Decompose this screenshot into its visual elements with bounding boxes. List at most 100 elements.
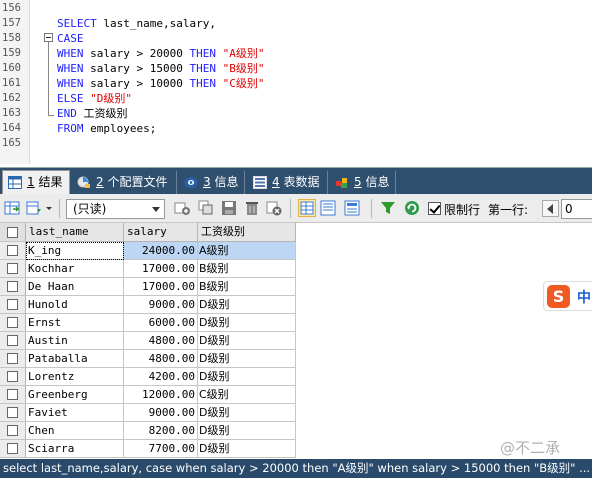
cell-salary[interactable]: 9000.00 [124, 296, 198, 314]
insert-row-icon[interactable] [174, 200, 190, 216]
cell-last-name[interactable]: Ernst [26, 314, 124, 332]
row-select-cell[interactable] [0, 422, 26, 440]
tab-number: 3 [203, 175, 211, 189]
grid-header-row: last_name salary 工资级别 [0, 223, 296, 242]
row-checkbox[interactable] [7, 353, 18, 364]
code-line: 164 FROM employees; [0, 121, 592, 136]
sql-string: "D级别" [83, 92, 132, 105]
cell-grade[interactable]: D级别 [198, 332, 296, 350]
save-icon[interactable] [221, 200, 237, 216]
line-number: 157 [2, 17, 21, 29]
cell-salary[interactable]: 6000.00 [124, 314, 198, 332]
cell-salary[interactable]: 4200.00 [124, 368, 198, 386]
cell-salary[interactable]: 4800.00 [124, 332, 198, 350]
first-row-input[interactable]: 0 [561, 199, 592, 219]
tab-profiles[interactable]: 2 个配置文件 [72, 171, 177, 195]
row-checkbox[interactable] [7, 299, 18, 310]
cell-grade[interactable]: D级别 [198, 404, 296, 422]
cell-last-name[interactable]: Lorentz [26, 368, 124, 386]
row-select-cell[interactable] [0, 314, 26, 332]
cell-grade[interactable]: D级别 [198, 296, 296, 314]
sql-keyword: THEN [189, 77, 216, 90]
row-select-cell[interactable] [0, 278, 26, 296]
row-checkbox[interactable] [7, 335, 18, 346]
grid-view-icon[interactable] [298, 199, 316, 217]
cell-grade[interactable]: D级别 [198, 314, 296, 332]
cell-grade[interactable]: B级别 [198, 260, 296, 278]
cell-last-name[interactable]: Austin [26, 332, 124, 350]
cell-last-name[interactable]: Chen [26, 422, 124, 440]
row-checkbox[interactable] [7, 317, 18, 328]
delete-trash-icon[interactable] [244, 200, 260, 216]
row-select-cell[interactable] [0, 404, 26, 422]
row-checkbox[interactable] [7, 281, 18, 292]
cell-salary[interactable]: 9000.00 [124, 404, 198, 422]
column-header-grade[interactable]: 工资级别 [198, 223, 296, 242]
cell-salary[interactable]: 12000.00 [124, 386, 198, 404]
tab-number: 5 [354, 175, 362, 189]
select-all-checkbox[interactable] [7, 227, 18, 238]
grid-view-dropdown-icon[interactable] [26, 200, 42, 216]
ime-mode-indicator[interactable]: 中 [577, 287, 591, 307]
cancel-changes-icon[interactable] [266, 200, 282, 216]
row-select-cell[interactable] [0, 242, 26, 260]
cell-last-name[interactable]: Kochhar [26, 260, 124, 278]
cell-last-name[interactable]: K_ing [26, 242, 124, 260]
cell-salary[interactable]: 24000.00 [124, 242, 198, 260]
chevron-down-icon[interactable] [44, 200, 54, 216]
row-checkbox[interactable] [7, 389, 18, 400]
cell-grade[interactable]: C级别 [198, 386, 296, 404]
cell-last-name[interactable]: Pataballa [26, 350, 124, 368]
row-select-cell[interactable] [0, 368, 26, 386]
row-select-cell[interactable] [0, 296, 26, 314]
cell-grade[interactable]: D级别 [198, 350, 296, 368]
tab-table-data[interactable]: 4 表数据 [248, 171, 328, 195]
cell-last-name[interactable]: De Haan [26, 278, 124, 296]
select-all-cell[interactable] [0, 223, 26, 242]
cell-grade[interactable]: D级别 [198, 368, 296, 386]
cell-salary[interactable]: 17000.00 [124, 260, 198, 278]
refresh-icon[interactable] [404, 200, 420, 216]
cell-grade[interactable]: A级别 [198, 242, 296, 260]
column-header-salary[interactable]: salary [124, 223, 198, 242]
fold-toggle-icon[interactable] [44, 33, 53, 42]
sql-editor[interactable]: 156 157 SELECT last_name,salary, 158 CASE 159… [0, 0, 592, 164]
row-select-cell[interactable] [0, 332, 26, 350]
cell-grade[interactable]: B级别 [198, 278, 296, 296]
tab-results[interactable]: 1 结果 [2, 170, 70, 195]
row-checkbox[interactable] [7, 245, 18, 256]
text-view-icon[interactable] [344, 200, 360, 216]
cell-salary[interactable]: 17000.00 [124, 278, 198, 296]
result-grid[interactable]: last_name salary 工资级别 K_ing 24000.00 A级别 Ko… [0, 223, 592, 459]
cell-last-name[interactable]: Faviet [26, 404, 124, 422]
row-checkbox[interactable] [7, 425, 18, 436]
previous-page-button[interactable] [542, 200, 559, 217]
cell-last-name[interactable]: Hunold [26, 296, 124, 314]
cell-last-name[interactable]: Greenberg [26, 386, 124, 404]
filter-funnel-icon[interactable] [380, 200, 396, 216]
edit-mode-select[interactable]: (只读) [66, 199, 165, 219]
row-select-cell[interactable] [0, 386, 26, 404]
limit-rows-checkbox[interactable] [428, 202, 441, 215]
row-select-cell[interactable] [0, 260, 26, 278]
row-checkbox[interactable] [7, 407, 18, 418]
tab-info-2[interactable]: 5 信息 [330, 171, 396, 195]
cell-salary[interactable]: 7700.00 [124, 440, 198, 458]
cell-last-name[interactable]: Sciarra [26, 440, 124, 458]
cell-grade[interactable]: D级别 [198, 422, 296, 440]
duplicate-row-icon[interactable] [198, 200, 214, 216]
export-grid-icon[interactable] [4, 200, 20, 216]
row-select-cell[interactable] [0, 440, 26, 458]
row-select-cell[interactable] [0, 350, 26, 368]
cell-salary[interactable]: 8200.00 [124, 422, 198, 440]
form-view-icon[interactable] [320, 200, 336, 216]
tab-number: 4 [272, 175, 280, 189]
column-header-last-name[interactable]: last_name [26, 223, 124, 242]
ime-toolbar[interactable]: S 中 [543, 281, 592, 311]
tab-info[interactable]: 3 信息 [179, 171, 245, 195]
row-checkbox[interactable] [7, 443, 18, 454]
row-checkbox[interactable] [7, 263, 18, 274]
cell-grade[interactable]: D级别 [198, 440, 296, 458]
row-checkbox[interactable] [7, 371, 18, 382]
cell-salary[interactable]: 4800.00 [124, 350, 198, 368]
